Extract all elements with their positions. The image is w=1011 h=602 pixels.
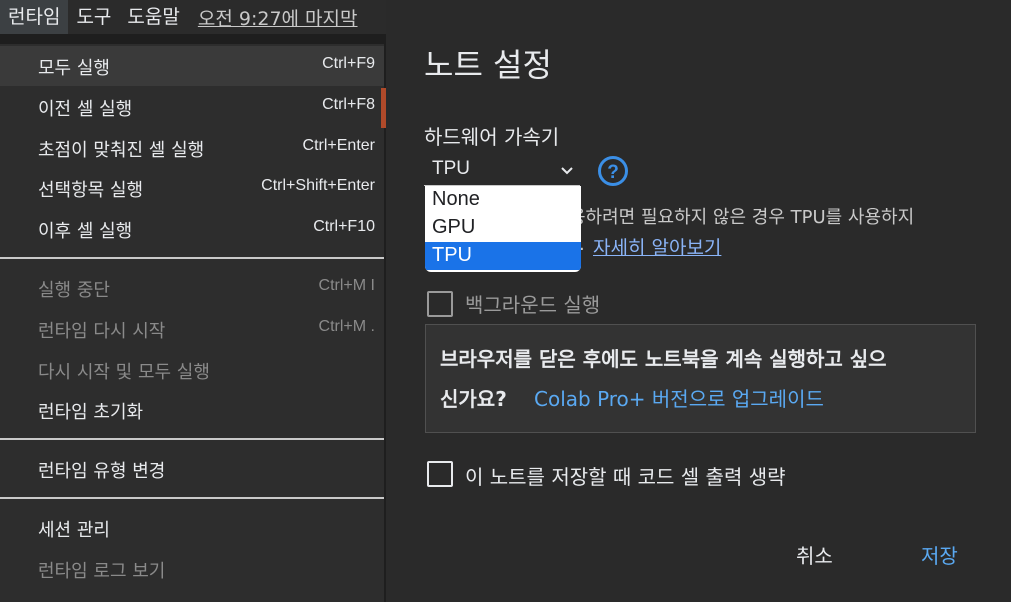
option-label: TPU [432,244,472,266]
cancel-button[interactable]: 취소 [796,540,833,569]
option-none[interactable]: None [425,186,581,214]
menu-item-restart[interactable]: 런타임 다시 시작 Ctrl+M . [0,309,384,349]
menu-item-change-runtime-type[interactable]: 런타임 유형 변경 [0,449,384,489]
menu-tools[interactable]: 도구 [68,0,119,34]
runtime-menu: 모두 실행 Ctrl+F9 이전 셀 실행 Ctrl+F8 초점이 맞춰진 셀 … [0,44,384,602]
omit-output-checkbox[interactable] [427,461,453,487]
menu-item-label: 런타임 유형 변경 [38,461,166,482]
background-execution-checkbox[interactable] [427,291,453,317]
menu-item-label: 런타임 로그 보기 [38,561,166,582]
upgrade-promo: 브라우저를 닫은 후에도 노트북을 계속 실행하고 싶으 신가요? Colab … [425,324,976,433]
menu-item-shortcut: Ctrl+Shift+Enter [261,177,375,194]
menu-item-label: 실행 중단 [38,280,110,301]
hardware-accelerator-select[interactable]: TPU [424,154,580,186]
menu-item-label: 모두 실행 [38,58,110,79]
menu-item-label: 런타임 초기화 [38,402,144,423]
promo-text: 브라우저를 닫은 후에도 노트북을 계속 실행하고 싶으 [440,347,887,371]
option-gpu[interactable]: GPU [425,214,581,242]
menu-item-label: 세션 관리 [38,520,110,541]
promo-text: 신가요? [440,387,507,411]
menu-item-label: 런타임 다시 시작 [38,321,166,342]
menu-item-shortcut: Ctrl+F8 [322,96,375,113]
menu-item-shortcut: Ctrl+M I [318,277,375,294]
chevron-down-icon [560,160,574,182]
accelerator-options-list: None GPU TPU [425,186,581,272]
menu-item-run-after[interactable]: 이후 셀 실행 Ctrl+F10 [0,209,384,249]
hardware-accelerator-label: 하드웨어 가속기 [424,125,560,149]
upgrade-link[interactable]: Colab Pro+ 버전으로 업그레이드 [534,383,824,412]
notebook-settings-dialog: 노트 설정 하드웨어 가속기 TPU ? 용하려면 필요하지 않은 경우 TPU… [386,0,1011,602]
menu-item-shortcut: Ctrl+F10 [313,218,375,235]
menu-item-interrupt[interactable]: 실행 중단 Ctrl+M I [0,268,384,308]
dialog-title: 노트 설정 [424,46,552,84]
menu-item-manage-sessions[interactable]: 세션 관리 [0,508,384,548]
menu-item-label: 이후 셀 실행 [38,221,133,242]
menu-item-run-selection[interactable]: 선택항목 실행 Ctrl+Shift+Enter [0,168,384,208]
menu-item-run-before[interactable]: 이전 셀 실행 Ctrl+F8 [0,87,384,127]
menu-item-shortcut: Ctrl+Enter [302,137,375,154]
menu-item-label: 이전 셀 실행 [38,99,133,120]
menu-item-label: 다시 시작 및 모두 실행 [38,362,210,383]
menu-help[interactable]: 도움말 [119,0,187,34]
option-label: None [432,188,480,210]
menu-item-label: 선택항목 실행 [38,180,144,201]
option-label: GPU [432,216,476,238]
option-tpu[interactable]: TPU [425,242,581,270]
menu-runtime[interactable]: 런타임 [0,0,69,34]
menu-item-label: 초점이 맞춰진 셀 실행 [38,140,205,161]
background-execution-label: 백그라운드 실행 [465,293,601,317]
menu-divider [0,497,384,499]
select-value: TPU [432,158,470,179]
menu-item-factory-reset[interactable]: 런타임 초기화 [0,390,384,430]
menu-divider [0,438,384,440]
learn-more-link[interactable]: 자세히 알아보기 [593,233,721,260]
menu-item-view-runtime-logs[interactable]: 런타임 로그 보기 [0,549,384,589]
last-saved-status[interactable]: 오전 9:27에 마지막 [188,4,368,31]
menu-item-run-focused[interactable]: 초점이 맞춰진 셀 실행 Ctrl+Enter [0,128,384,168]
help-circle-icon[interactable]: ? [597,155,629,191]
omit-output-label: 이 노트를 저장할 때 코드 셀 출력 생략 [465,465,786,489]
menu-divider [0,257,384,259]
menu-item-restart-run-all[interactable]: 다시 시작 및 모두 실행 [0,350,384,390]
svg-text:?: ? [607,162,619,183]
accelerator-description: 용하려면 필요하지 않은 경우 TPU를 사용하지 [569,207,915,228]
menu-item-shortcut: Ctrl+M . [318,318,375,335]
menu-item-run-all[interactable]: 모두 실행 Ctrl+F9 [0,46,384,86]
menu-item-shortcut: Ctrl+F9 [322,55,375,72]
save-button[interactable]: 저장 [921,540,958,569]
